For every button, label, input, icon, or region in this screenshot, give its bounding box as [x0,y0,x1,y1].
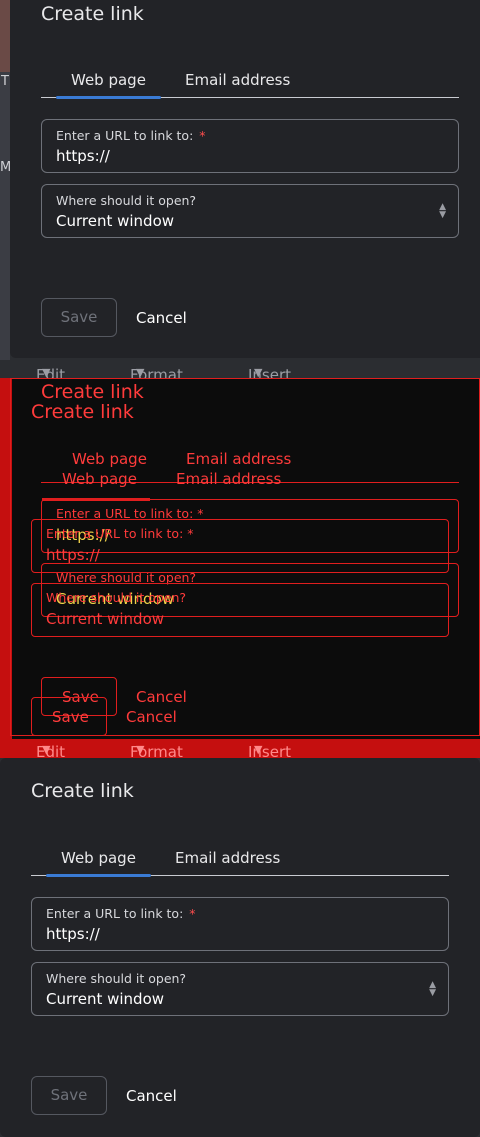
tab-bar-2: Web page Email address [31,841,449,877]
overlay-title-b: Create link [31,401,134,423]
url-field-2[interactable]: Enter a URL to link to: * https:// [31,897,449,951]
open-target-value: Current window [56,212,175,230]
overlay-open-label-b: Where should it open? [46,590,187,605]
overlay-tab-email-b: Email address [176,470,282,488]
url-field-label: Enter a URL to link to: * [56,128,206,143]
open-target-label-2: Where should it open? [46,971,187,986]
save-button[interactable]: Save [41,298,117,337]
url-input-value-2[interactable]: https:// [46,925,100,943]
overlay-tab-web-a: Web page [72,450,147,468]
open-target-label: Where should it open? [56,193,197,208]
open-target-value-2: Current window [46,990,165,1008]
overlay-cancel-b: Cancel [126,708,177,726]
overlay-tab-web-b: Web page [62,470,137,488]
background-image-fragment [0,0,10,72]
overlay-save-b: Save [31,697,107,736]
overlay-tab-email-a: Email address [186,450,292,468]
create-link-dialog: Create link Web page Email address Enter… [10,0,480,358]
cancel-button-2[interactable]: Cancel [126,1087,177,1105]
tab-email-address-label: Email address [185,71,291,89]
dialog-title: Create link [41,3,144,25]
save-button-2[interactable]: Save [31,1076,107,1115]
overlay-title-a: Create link [41,381,144,403]
background-editor-strip: T M [0,0,11,360]
overlay-tab-underline-b [42,498,150,501]
select-chevron-icon: ▲ ▼ [429,980,436,998]
url-input-value[interactable]: https:// [56,147,110,165]
tab-web-page[interactable]: Web page [56,63,161,99]
tab-web-page-label: Web page [71,71,146,89]
top-screenshot: T M Create link Web page Email address E… [0,0,480,420]
url-field-label-2: Enter a URL to link to: * [46,906,196,921]
tab-email-address-2[interactable]: Email address [175,841,280,875]
overlay-url-label-b: Enter a URL to link to: * [46,526,194,541]
dialog-title-2: Create link [31,780,134,802]
bottom-screenshot: Create link Web page Email address Enter… [0,758,480,1137]
tab-web-page-2[interactable]: Web page [46,841,151,877]
open-target-select[interactable]: Where should it open? Current window ▲ ▼ [41,184,459,238]
overlay-open-field-b: Where should it open? Current window [31,583,449,637]
create-link-dialog-2: Create link Web page Email address Enter… [0,758,480,1137]
overlay-cancel-a: Cancel [136,688,187,706]
overlay-open-value-b: Current window [46,610,165,628]
select-chevron-icon: ▲ ▼ [439,202,446,220]
tab-bar: Web page Email address [41,63,459,99]
required-marker-2: * [189,906,196,921]
diff-overlay-screenshot: Create link Web page Email address Enter… [0,378,480,797]
overlay-url-field-b: Enter a URL to link to: * https:// [31,519,449,573]
open-target-select-2[interactable]: Where should it open? Current window ▲ ▼ [31,962,449,1016]
required-marker: * [199,128,206,143]
overlay-url-value-b: https:// [46,546,100,564]
tab-email-address[interactable]: Email address [185,63,290,97]
cancel-button[interactable]: Cancel [136,309,187,327]
background-fragment-t: T [1,74,9,89]
url-field[interactable]: Enter a URL to link to: * https:// [41,119,459,173]
